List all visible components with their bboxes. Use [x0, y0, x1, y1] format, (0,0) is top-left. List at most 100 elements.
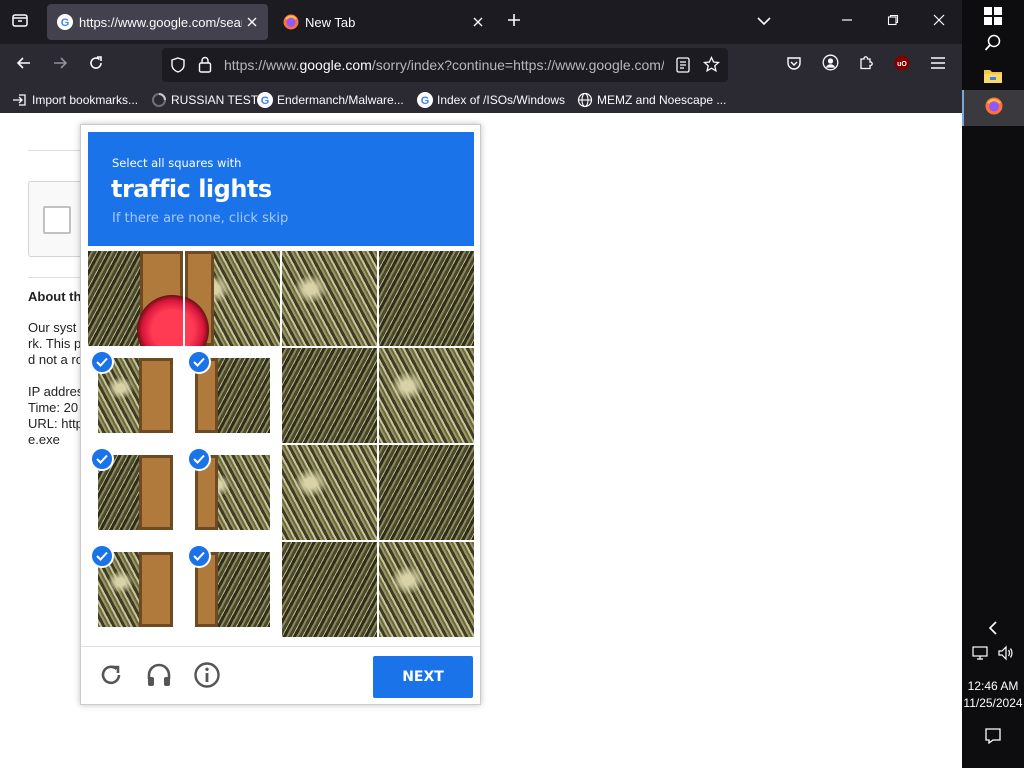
list-tabs-dropdown[interactable] [749, 7, 779, 37]
ublock-button[interactable]: uO [887, 50, 917, 80]
bookmark-russian-test[interactable]: RUSSIAN TEST [151, 90, 258, 110]
account-button[interactable] [815, 50, 845, 80]
notifications-button[interactable] [962, 720, 1024, 756]
app-menu-button[interactable] [923, 50, 953, 80]
firefox-taskbar-button[interactable] [962, 90, 1024, 126]
reload-button[interactable] [81, 50, 111, 80]
plus-icon [507, 13, 521, 32]
minimize-button[interactable] [832, 7, 862, 37]
grid-tile[interactable] [88, 348, 183, 443]
loading-icon [151, 92, 167, 108]
reader-view-icon[interactable] [676, 57, 690, 78]
audio-challenge-button[interactable] [143, 661, 175, 693]
grid-tile[interactable] [185, 348, 280, 443]
ublock-origin-icon: uO [894, 55, 910, 76]
bookmark-star-icon[interactable] [702, 55, 721, 78]
grid-tile[interactable] [282, 445, 377, 540]
page-text-line: IP addres [28, 384, 84, 399]
tab-list-icon [11, 11, 29, 34]
grid-tile[interactable] [185, 445, 280, 540]
list-all-tabs-button[interactable] [5, 7, 35, 37]
next-button[interactable]: NEXT [373, 656, 473, 698]
page-text-line: d not a ro [28, 352, 83, 367]
grid-tile[interactable] [282, 542, 377, 637]
network-icon[interactable] [972, 645, 988, 666]
page-text-line: Our syst [28, 320, 77, 335]
tile-image [282, 445, 377, 540]
challenge-target: traffic lights [111, 175, 272, 203]
bookmark-endermanch-malware[interactable]: G Endermanch/Malware... [257, 90, 404, 110]
recaptcha-challenge-dialog: Select all squares with traffic lights I… [80, 124, 481, 705]
grid-tile[interactable] [379, 445, 474, 540]
account-icon [822, 54, 839, 76]
grid-tile[interactable] [282, 251, 377, 346]
url-text: https://www.google.com/sorry/index?conti… [224, 57, 664, 73]
restore-button[interactable] [878, 7, 908, 37]
challenge-header: Select all squares with traffic lights I… [88, 132, 474, 246]
tracking-protection-shield-icon[interactable] [170, 57, 186, 78]
checkmark-icon [90, 350, 114, 374]
svg-text:G: G [261, 95, 270, 107]
recaptcha-anchor-box [28, 181, 88, 257]
tile-image [379, 445, 474, 540]
clock-time[interactable]: 12:46 AM [962, 679, 1024, 693]
address-bar[interactable]: https://www.google.com/sorry/index?conti… [162, 48, 728, 82]
system-tray [962, 637, 1024, 673]
forward-button[interactable] [45, 50, 75, 80]
volume-icon[interactable] [998, 645, 1014, 666]
tile-image [379, 348, 474, 443]
recaptcha-checkbox[interactable] [43, 206, 71, 234]
lock-icon[interactable] [198, 56, 212, 78]
grid-tile[interactable] [88, 251, 183, 346]
arrow-right-icon [52, 55, 68, 76]
tile-image [282, 542, 377, 637]
challenge-hint: If there are none, click skip [112, 211, 289, 226]
bookmarks-toolbar: Import bookmarks... RUSSIAN TEST G Ender… [0, 86, 962, 113]
close-tab-icon[interactable] [468, 12, 488, 32]
tab-title: https://www.google.com/search [79, 14, 242, 30]
tab-google-search[interactable]: G https://www.google.com/search [47, 4, 268, 40]
globe-icon [577, 92, 593, 108]
challenge-instruction: Select all squares with [112, 156, 242, 170]
back-button[interactable] [9, 50, 39, 80]
new-tab-button[interactable] [499, 7, 529, 37]
minimize-icon [841, 13, 853, 31]
clock-date[interactable]: 11/25/2024 [962, 696, 1024, 710]
grid-tile[interactable] [379, 251, 474, 346]
divider [28, 277, 88, 278]
reload-challenge-button[interactable] [95, 661, 127, 693]
checkmark-icon [90, 544, 114, 568]
grid-tile[interactable] [379, 542, 474, 637]
tab-strip: G https://www.google.com/search New Tab [0, 0, 962, 44]
grid-tile[interactable] [379, 348, 474, 443]
restore-icon [887, 13, 899, 31]
checkmark-icon [187, 447, 211, 471]
close-tab-icon[interactable] [242, 12, 262, 32]
tile-image [88, 251, 183, 346]
windows-taskbar: 12:46 AM 11/25/2024 [962, 0, 1024, 768]
image-grid [88, 251, 474, 637]
bookmark-import[interactable]: Import bookmarks... [12, 90, 138, 110]
browser-window: G https://www.google.com/search New Tab [0, 0, 962, 768]
search-button[interactable] [962, 27, 1024, 63]
grid-tile[interactable] [282, 348, 377, 443]
close-window-button[interactable] [924, 7, 954, 37]
bookmark-memz-noescape[interactable]: MEMZ and Noescape ... [577, 90, 726, 110]
help-button[interactable] [191, 661, 223, 693]
extensions-button[interactable] [851, 50, 881, 80]
grid-tile[interactable] [88, 445, 183, 540]
tile-image [379, 251, 474, 346]
chevron-down-icon [757, 13, 771, 31]
divider [28, 150, 88, 151]
tile-image [282, 348, 377, 443]
grid-tile[interactable] [88, 542, 183, 637]
pocket-button[interactable] [779, 50, 809, 80]
navigation-toolbar: https://www.google.com/sorry/index?conti… [0, 44, 962, 86]
grid-tile[interactable] [185, 251, 280, 346]
tab-new-tab[interactable]: New Tab [273, 4, 494, 40]
page-text-line: URL: http [28, 416, 83, 431]
bookmark-index-isos[interactable]: G Index of /ISOs/Windows [417, 90, 565, 110]
svg-text:G: G [61, 17, 70, 29]
grid-tile[interactable] [185, 542, 280, 637]
about-heading: About th [28, 289, 82, 304]
